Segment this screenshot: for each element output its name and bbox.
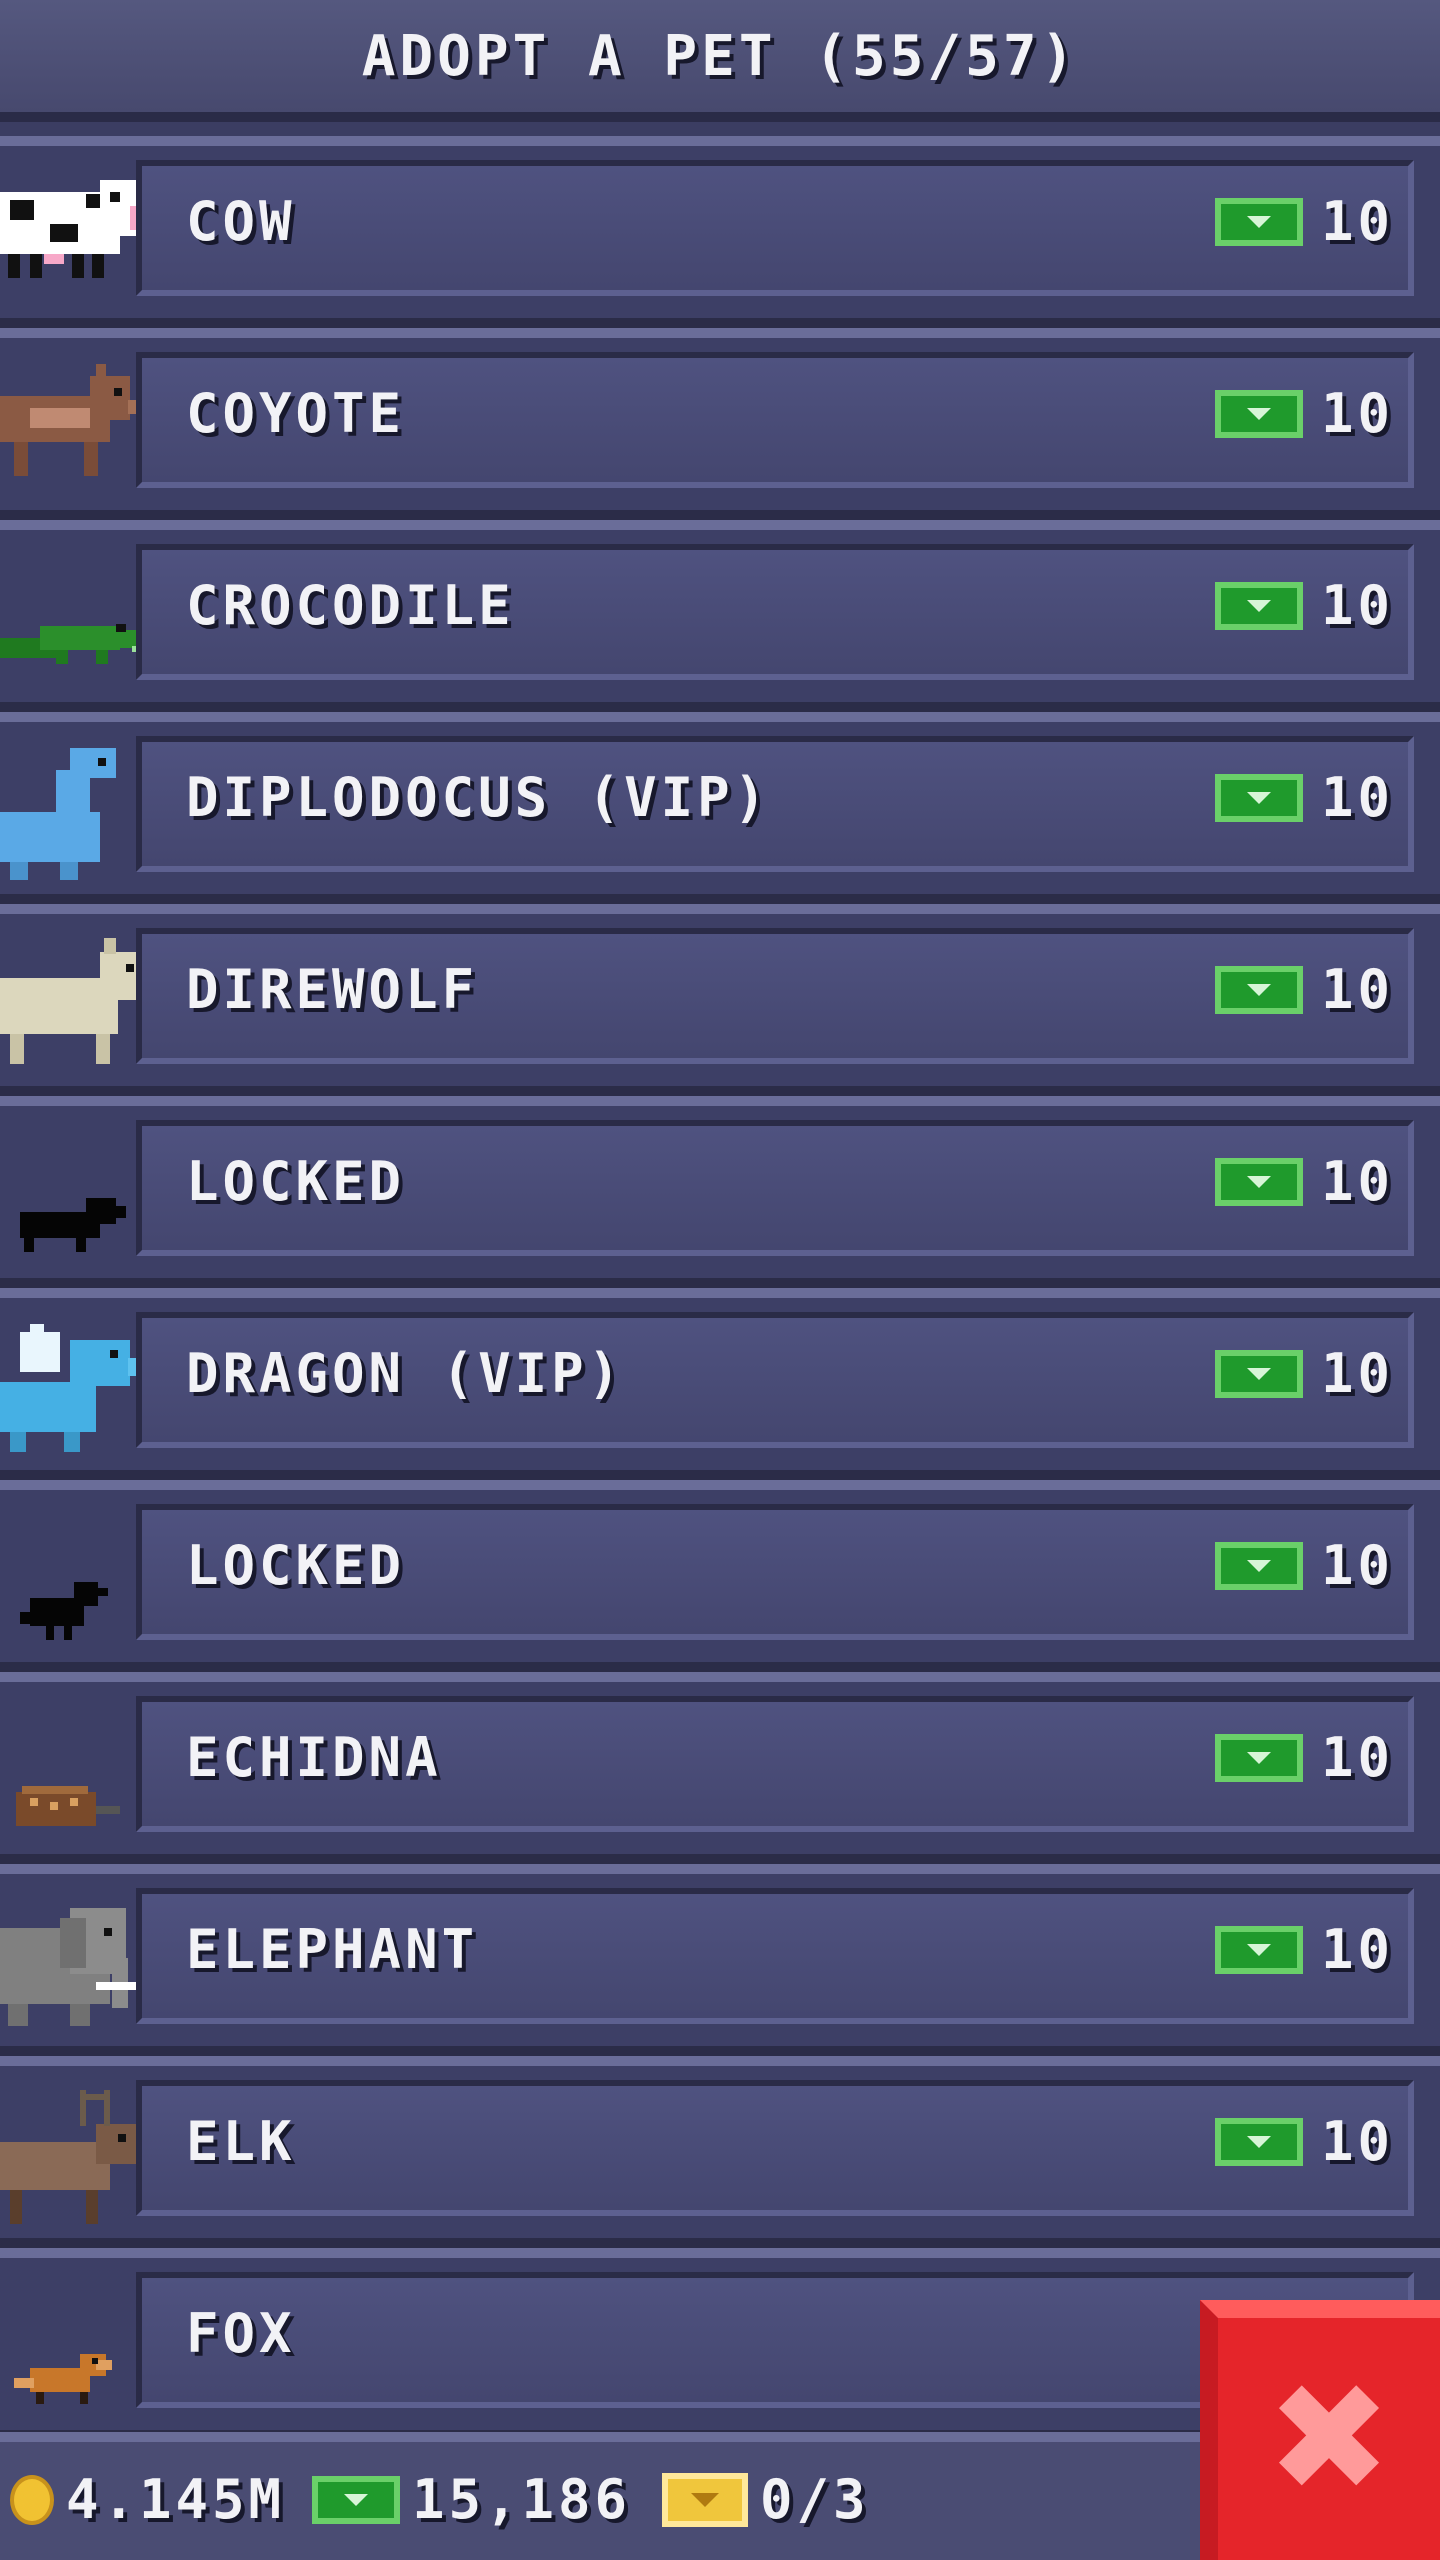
pet-price: 10 [1214,1534,1394,1598]
pet-row-echidna[interactable]: ECHIDNA 10 [0,1672,1440,1864]
cash-icon [1214,774,1303,822]
cash-icon [1214,1542,1303,1590]
pet-name: COW [186,190,296,253]
cash-icon [1214,1350,1303,1398]
pet-price: 10 [1214,1342,1394,1406]
cash-icon [312,2475,400,2524]
pet-row-diplodocus[interactable]: DIPLODOCUS (VIP) 10 [0,712,1440,904]
pet-row-locked[interactable]: LOCKED 10 [0,1480,1440,1672]
pet-price: 10 [1214,2110,1394,2174]
pet-price: 10 [1214,382,1394,446]
price-value: 10 [1320,1150,1394,1213]
pet-row-dragon[interactable]: DRAGON (VIP) 10 [0,1288,1440,1480]
page-title: ADOPT A PET (55/57) [361,23,1079,89]
pet-name: LOCKED [186,1534,406,1597]
pet-name: CROCODILE [186,574,515,637]
pet-row-coyote[interactable]: COYOTE 10 [0,328,1440,520]
pet-name: ELK [186,2110,296,2173]
pet-row-elk[interactable]: ELK 10 [0,2056,1440,2248]
coins-value: 4.145M [66,2468,286,2531]
cash-icon [1214,198,1303,246]
pet-name: DIPLODOCUS (VIP) [186,766,771,829]
pet-name: LOCKED [186,1150,406,1213]
price-value: 10 [1320,190,1394,253]
cash-icon [1214,2118,1303,2166]
pet-price: 10 [1214,766,1394,830]
tickets-counter: 0/3 [662,2468,870,2531]
coins-counter: 4.145M [10,2468,285,2531]
price-value: 10 [1320,1726,1394,1789]
close-button[interactable]: ✖ [1200,2300,1440,2560]
pet-row-crocodile[interactable]: CROCODILE 10 [0,520,1440,712]
pet-name: ELEPHANT [186,1918,479,1981]
price-value: 10 [1320,574,1394,637]
page-header: ADOPT A PET (55/57) [0,0,1440,122]
cash-icon [1214,966,1303,1014]
pet-price: 10 [1214,574,1394,638]
pet-row-elephant[interactable]: ELEPHANT 10 [0,1864,1440,2056]
cash-icon [1214,1926,1303,1974]
pet-price: 10 [1214,958,1394,1022]
price-value: 10 [1320,382,1394,445]
pet-name: FOX [186,2302,296,2365]
price-value: 10 [1320,958,1394,1021]
pet-row-cow[interactable]: COW 10 [0,136,1440,328]
pet-price: 10 [1214,1918,1394,1982]
cash-counter: 15,186 [312,2468,631,2531]
price-value: 10 [1320,1342,1394,1405]
pet-name: DRAGON (VIP) [186,1342,625,1405]
tickets-value: 0/3 [760,2468,870,2531]
cash-value: 15,186 [412,2468,632,2531]
pet-row-locked[interactable]: LOCKED 10 [0,1096,1440,1288]
close-icon: ✖ [1266,2352,1392,2526]
coin-icon [10,2474,54,2525]
price-value: 10 [1320,2110,1394,2173]
cash-icon [1214,582,1303,630]
pet-price: 10 [1214,1150,1394,1214]
price-value: 10 [1320,1918,1394,1981]
cash-icon [1214,1158,1303,1206]
pet-name: COYOTE [186,382,406,445]
cash-icon [1214,390,1303,438]
pet-list[interactable]: COW 10 COYOTE 10 CROCODILE 10 DIPLODOCUS… [0,136,1440,2440]
price-value: 10 [1320,766,1394,829]
cash-icon [1214,1734,1303,1782]
pet-row-direwolf[interactable]: DIREWOLF 10 [0,904,1440,1096]
ticket-icon [662,2472,748,2527]
pet-name: ECHIDNA [186,1726,442,1789]
pet-name: DIREWOLF [186,958,479,1021]
pet-price: 10 [1214,190,1394,254]
price-value: 10 [1320,1534,1394,1597]
pet-price: 10 [1214,1726,1394,1790]
